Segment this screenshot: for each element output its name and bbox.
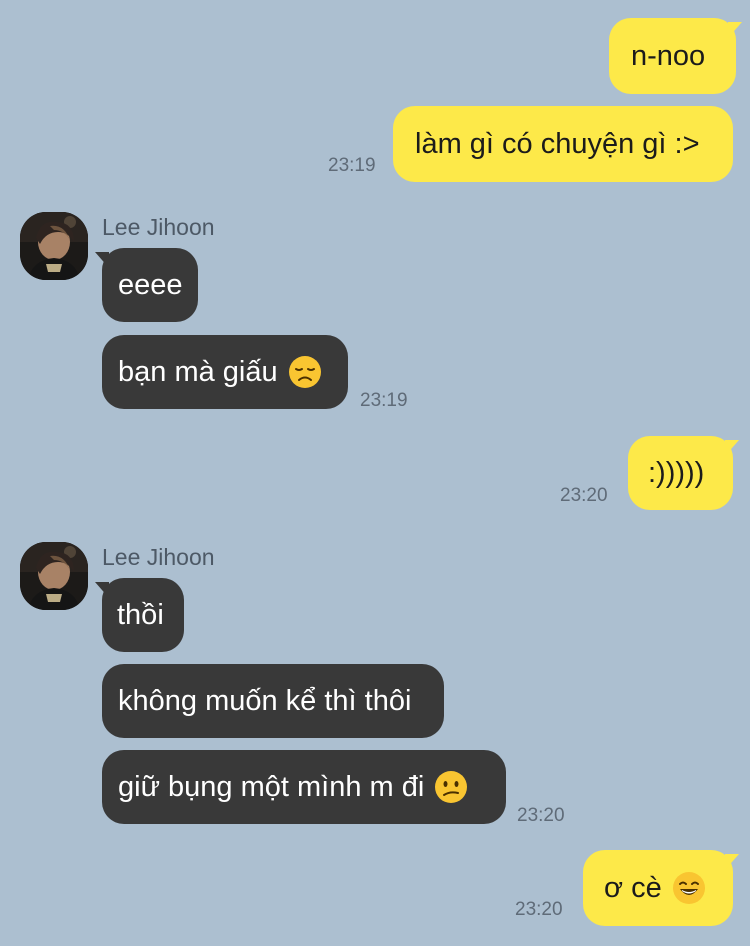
their-message-bubble[interactable]: eeee [102,248,198,322]
their-message-bubble[interactable]: thồi [102,578,184,652]
my-message-bubble[interactable]: :))))) [628,436,733,510]
message-text: n-noo [631,39,706,72]
bubble-tail [725,440,739,456]
bubble-tail [728,22,742,38]
message-text: thồi [117,598,164,631]
my-message-bubble[interactable]: làm gì có chuyện gì :> [393,106,733,182]
their-message-bubble[interactable]: giữ bụng một mình m đi [102,750,506,824]
message-text: eeee [118,268,183,301]
message-timestamp: 23:20 [515,899,563,920]
bubble-tail [725,854,739,870]
my-message-bubble[interactable]: ơ cè [583,850,733,926]
message-timestamp: 23:20 [517,805,565,826]
my-message-bubble[interactable]: n-noo [609,18,736,94]
sender-name: Lee Jihoon [102,214,215,240]
message-text: bạn mà giấu [118,355,278,388]
message-timestamp: 23:19 [328,155,376,176]
contact-avatar[interactable] [20,212,88,280]
disappointed-face-emoji [288,356,321,388]
message-text: giữ bụng một mình m đi [118,770,425,803]
their-message-bubble[interactable]: bạn mà giấu [102,335,348,409]
message-text: không muốn kể thì thôi [118,684,412,717]
message-timestamp: 23:20 [560,485,608,506]
sender-name: Lee Jihoon [102,544,215,570]
contact-avatar[interactable] [20,542,88,610]
their-message-bubble[interactable]: không muốn kể thì thôi [102,664,444,738]
grinning-face-emoji [672,872,705,904]
message-timestamp: 23:19 [360,390,408,411]
message-text: :))))) [648,456,705,489]
confused-face-emoji [435,771,468,803]
message-text: ơ cè [604,871,662,904]
message-text: làm gì có chuyện gì :> [415,127,700,160]
